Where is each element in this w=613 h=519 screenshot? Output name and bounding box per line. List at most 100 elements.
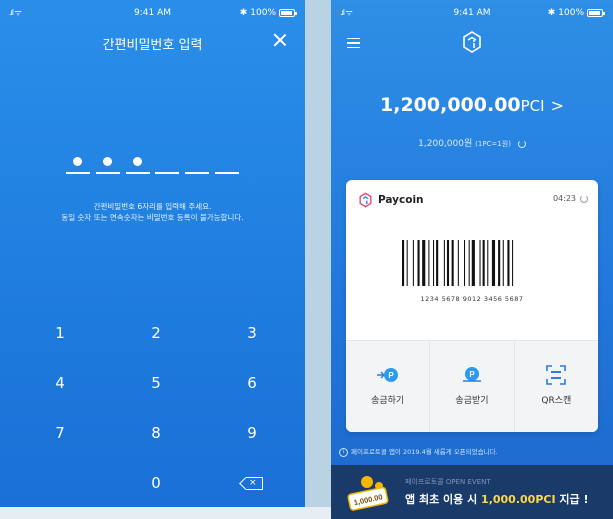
pin-underline [214,172,239,174]
barcode-bar [406,240,408,286]
keypad-key-4[interactable]: 4 [12,368,108,418]
barcode-bar [491,240,496,286]
receive-button[interactable]: P 송금받기 [429,341,513,432]
chevron-right-icon[interactable]: > [551,96,564,115]
close-icon[interactable] [269,30,291,52]
keypad-row: 123 [12,318,300,368]
card-header: Paycoin 04:23 [346,180,598,218]
status-bar: .ıl ᯤ 9:41 AM ✱ 100% [0,0,305,24]
notice: i 페이프로토콜 앱이 2019.4월 새롭게 오픈되었습니다. [339,446,613,457]
barcode-bar [464,240,466,286]
barcode-bar [433,240,435,286]
barcode-bar [436,240,439,286]
keypad-key-5[interactable]: 5 [108,368,204,418]
keypad-key-9[interactable]: 9 [204,418,300,468]
battery-percent: 100% [558,8,584,18]
balance-unit: PCI [520,97,545,115]
keypad-key-6[interactable]: 6 [204,368,300,418]
pin-underline [95,172,120,174]
pin-slot [125,150,150,174]
barcode-bar [479,240,481,286]
pin-dot [73,157,82,166]
payment-card: Paycoin 04:23 1234 5678 9012 3456 5687 P… [346,180,598,432]
krw-amount: 1,200,000원 [418,139,473,149]
balance-amount: 1,200,000.00 [380,94,521,116]
barcode-bar [471,240,475,286]
pin-slot [66,150,90,174]
qr-scan-label: QR스캔 [541,396,572,406]
pin-dot [132,157,142,166]
barcode-bar [417,240,420,286]
krw-rate: (1PC=1원) [475,140,511,148]
barcode-bar [451,240,454,286]
pin-slot [185,150,210,174]
status-bar: .ıl ᯤ 9:41 AM ✱ 100% [331,0,613,24]
refresh-icon[interactable] [517,139,526,148]
receive-label: 송금받기 [455,396,489,406]
barcode-bar [457,240,459,286]
refresh-icon[interactable] [580,194,588,203]
wallet-screen: .ıl ᯤ 9:41 AM ✱ 100% 1,200,000.00PCI > 1,2… [331,0,613,519]
pin-underline [66,172,90,174]
battery-icon [279,9,297,17]
receive-icon: P [460,363,484,387]
banner-subtitle: 페이프로토콜 OPEN EVENT [405,478,491,486]
battery-icon [587,9,605,17]
battery-percent: 100% [250,8,276,18]
send-icon: P [376,363,400,387]
brand-name: Paycoin [378,194,424,206]
barcode-bar [512,240,514,286]
keypad-key-3[interactable]: 3 [204,318,300,368]
bluetooth-icon: ✱ [547,8,556,18]
pin-underline [155,172,180,174]
banner-suffix: 지급 ! [555,493,589,506]
pin-underline [125,172,150,174]
battery-status: ✱ 100% [239,8,297,18]
keypad-row: 456 [12,368,300,418]
pin-slot [214,150,239,174]
card-brand: Paycoin [358,192,424,208]
banner-headline: 앱 최초 이용 시 1,000.00PCI 지급 ! [405,491,588,507]
banner-prefix: 앱 최초 이용 시 [405,493,482,506]
keypad-row: 789 [12,418,300,468]
barcode-bar [498,240,501,286]
pin-entry-screen: .ıl ᯤ 9:41 AM ✱ 100% 간편비밀번호 입력 간편비밀번호 6자리… [0,0,305,519]
timer-value: 04:23 [552,194,576,203]
paycoin-logo-icon [463,31,481,53]
notice-text: 페이프로토콜 앱이 2019.4월 새롭게 오픈되었습니다. [351,448,498,456]
barcode-bar [482,240,485,286]
pin-slots [66,150,239,174]
pin-slot [155,150,180,174]
pin-guide-line-1: 간편비밀번호 6자리를 입력해 주세요. [93,202,212,211]
keypad-key-2[interactable]: 2 [108,318,204,368]
barcode-bar [422,240,426,286]
menu-icon[interactable] [347,38,360,48]
payment-barcode[interactable] [402,240,542,286]
number-keypad: 1 2 3 4 5 6 7 8 9 0 × [12,318,300,518]
card-actions: P 송금하기 P 송금받기 QR스캔 [346,340,598,432]
info-icon: i [339,447,348,457]
pin-guide-line-2: 동일 숫자 또는 연속숫자는 비밀번호 등록이 불가능합니다. [61,213,244,222]
barcode-bar [446,240,450,286]
barcode-bar [428,240,430,286]
pci-balance[interactable]: 1,200,000.00PCI > [331,94,613,116]
keypad-key-7[interactable]: 7 [12,418,108,468]
qr-scan-button[interactable]: QR스캔 [513,341,598,432]
barcode-bar [443,240,445,286]
keypad-key-1[interactable]: 1 [12,318,108,368]
barcode-bar [402,240,405,286]
bluetooth-icon: ✱ [239,8,248,18]
keypad-key-8[interactable]: 8 [108,418,204,468]
barcode-bar [468,240,470,286]
barcode-bar [412,240,414,286]
send-button[interactable]: P 송금하기 [346,341,429,432]
event-banner[interactable]: 1,000.00 페이프로토콜 OPEN EVENT 앱 최초 이용 시 1,0… [331,465,613,519]
battery-status: ✱ 100% [547,8,605,18]
send-label: 송금하기 [371,396,405,406]
svg-text:P: P [388,371,394,380]
paycoin-logo-icon [359,192,372,208]
barcode-bar [487,240,489,286]
pin-guide: 간편비밀번호 6자리를 입력해 주세요. 동일 숫자 또는 연속숫자는 비밀번호… [0,201,305,223]
barcode-bar [507,240,510,286]
pin-dot [102,157,112,166]
